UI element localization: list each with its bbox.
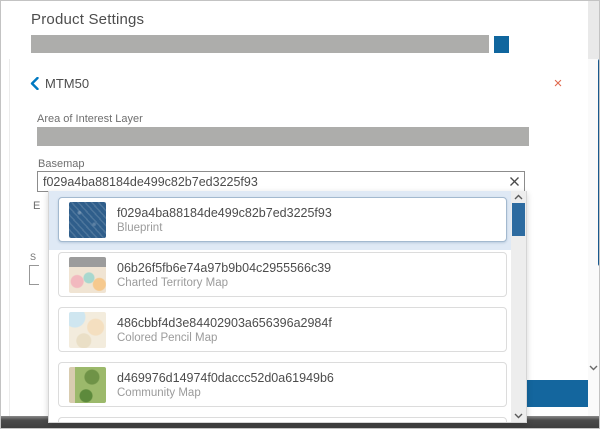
basemap-option-id: 06b26f5fb6e74a97b9b04c2955566c39	[117, 260, 331, 276]
panel-left-divider	[9, 59, 10, 416]
aoi-input-redacted[interactable]	[37, 127, 529, 146]
basemap-dropdown-list: f029a4ba88184de499c82b7ed3225f93 Bluepri…	[48, 191, 527, 423]
basemap-option-name: Community Map	[117, 386, 334, 400]
basemap-option[interactable]: 486cbbf4d3e84402903a656396a2984f Colored…	[58, 307, 507, 352]
back-nav[interactable]: MTM50	[30, 75, 89, 91]
basemap-option-texts: 06b26f5fb6e74a97b9b04c2955566c39 Charted…	[117, 260, 331, 290]
product-settings-window: Product Settings MTM50 × Area of Interes…	[0, 0, 600, 429]
basemap-option[interactable]: 06b26f5fb6e74a97b9b04c2955566c39 Charted…	[58, 252, 507, 297]
x-icon	[509, 176, 520, 187]
clipped-checkbox[interactable]	[29, 265, 39, 285]
basemap-option-id: 486cbbf4d3e84402903a656396a2984f	[117, 315, 332, 331]
basemap-input[interactable]: f029a4ba88184de499c82b7ed3225f93	[37, 171, 525, 192]
basemap-option-name: Charted Territory Map	[117, 276, 331, 290]
basemap-input-value: f029a4ba88184de499c82b7ed3225f93	[38, 175, 504, 189]
basemap-thumbnail	[69, 312, 106, 348]
basemap-thumbnail	[69, 367, 106, 403]
toolbar-accent-square	[494, 36, 509, 53]
back-nav-label: MTM50	[45, 76, 89, 91]
redacted-toolbar-bar	[31, 35, 489, 53]
basemap-option-texts: d469976d14974f0daccc52d0a61949b6 Communi…	[117, 370, 334, 400]
close-icon[interactable]: ×	[550, 76, 566, 92]
clear-input-icon[interactable]	[504, 172, 524, 191]
dropdown-scrollbar-thumb[interactable]	[512, 203, 525, 236]
page-title: Product Settings	[31, 11, 144, 28]
dropdown-scroll-down-arrow[interactable]	[511, 410, 526, 422]
clipped-field-label-s: S	[30, 252, 36, 262]
chevron-down-icon	[514, 413, 523, 419]
basemap-thumbnail	[69, 202, 106, 238]
scrollbar-track[interactable]	[588, 1, 599, 59]
basemap-option[interactable]: f029a4ba88184de499c82b7ed3225f93 Bluepri…	[58, 197, 507, 242]
primary-action-button[interactable]	[523, 380, 592, 407]
basemap-label: Basemap	[38, 158, 84, 170]
basemap-option[interactable]: d469976d14974f0daccc52d0a61949b6 Communi…	[58, 362, 507, 407]
basemap-option-texts: 486cbbf4d3e84402903a656396a2984f Colored…	[117, 315, 332, 345]
basemap-option-texts: f029a4ba88184de499c82b7ed3225f93 Bluepri…	[117, 205, 332, 235]
dropdown-scrollbar[interactable]	[511, 191, 526, 422]
basemap-option-id: f029a4ba88184de499c82b7ed3225f93	[117, 205, 332, 221]
aoi-label: Area of Interest Layer	[37, 113, 143, 125]
basemap-option-partial[interactable]	[58, 417, 507, 423]
basemap-option-name: Blueprint	[117, 221, 332, 235]
chevron-up-icon	[514, 194, 523, 200]
dropdown-scroll-up-arrow[interactable]	[511, 191, 526, 203]
clipped-field-label-e: E	[33, 200, 40, 212]
chevron-down-icon	[589, 365, 598, 371]
scrollbar-down-arrow[interactable]	[588, 361, 599, 375]
basemap-option-name: Colored Pencil Map	[117, 331, 332, 345]
window-scrollbar[interactable]	[588, 1, 599, 416]
basemap-option-id: d469976d14974f0daccc52d0a61949b6	[117, 370, 334, 386]
basemap-thumbnail	[69, 257, 106, 293]
chevron-left-icon	[30, 77, 39, 90]
